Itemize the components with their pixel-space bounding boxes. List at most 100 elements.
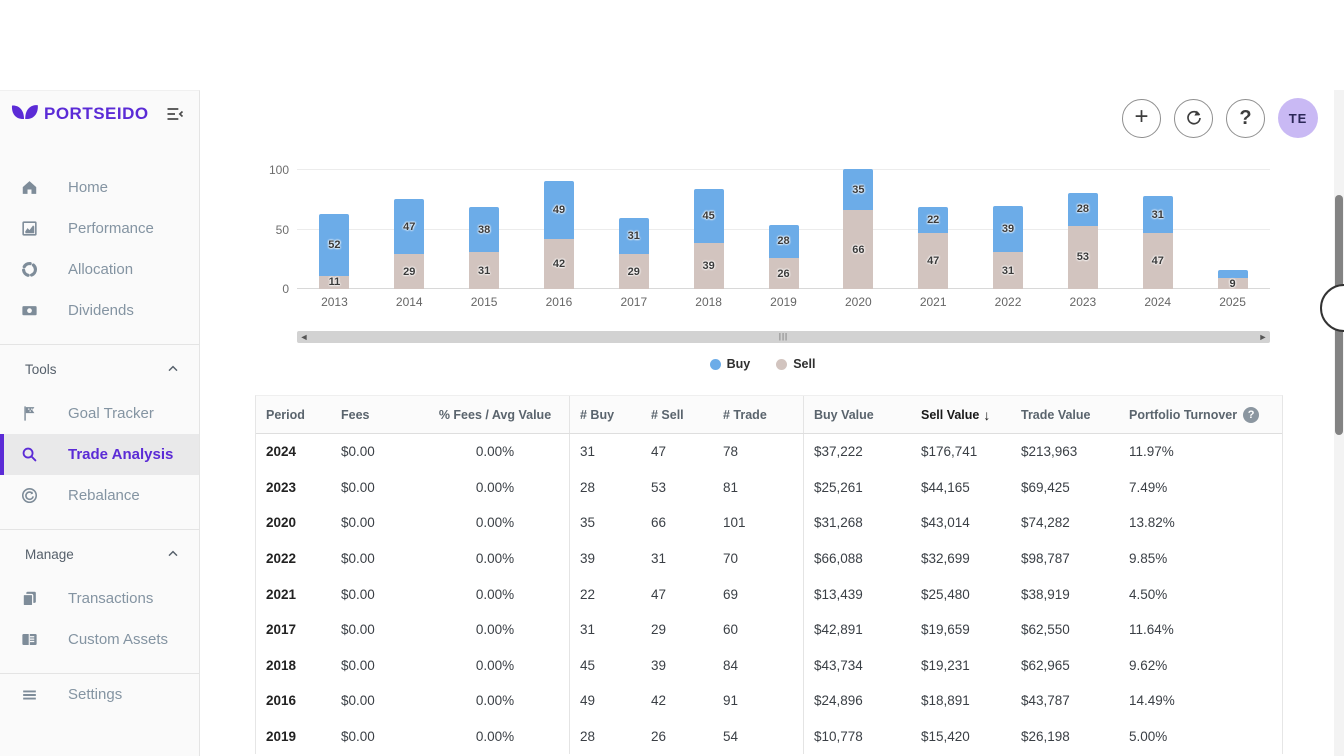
column-header-buy-value[interactable]: Buy Value bbox=[803, 396, 911, 433]
column-header-portfolio-turnover[interactable]: Portfolio Turnover? bbox=[1119, 396, 1282, 433]
legend-dot-icon bbox=[710, 359, 721, 370]
column-label: Buy Value bbox=[814, 408, 874, 422]
sidebar-item-custom-assets[interactable]: Custom Assets bbox=[0, 619, 199, 660]
cell-fees: $0.00 bbox=[331, 505, 421, 541]
sidebar-item-goal-tracker[interactable]: Goal Tracker bbox=[0, 393, 199, 434]
sidebar-item-performance[interactable]: Performance bbox=[0, 208, 199, 249]
cell--trade: 60 bbox=[713, 612, 803, 648]
sidebar-item-label: Transactions bbox=[68, 590, 153, 607]
sidebar-item-dividends[interactable]: Dividends bbox=[0, 290, 199, 331]
sell-segment: 53 bbox=[1068, 226, 1098, 289]
chart-scrollbar-track[interactable]: ||| bbox=[311, 332, 1256, 342]
chart-scroll-right-icon[interactable]: ► bbox=[1256, 331, 1270, 343]
cell-period: 2016 bbox=[256, 683, 331, 719]
cell-portfolio-turnover: 13.82% bbox=[1119, 505, 1282, 541]
cell--trade: 78 bbox=[713, 434, 803, 470]
column-header--buy[interactable]: # Buy bbox=[569, 396, 641, 433]
column-label: Sell Value bbox=[921, 408, 979, 422]
bar-2020: 3566 bbox=[843, 169, 873, 289]
sell-segment: 39 bbox=[694, 243, 724, 289]
sidebar-item-home[interactable]: Home bbox=[0, 167, 199, 208]
legend-label: Buy bbox=[727, 357, 751, 371]
sidebar-item-label: Trade Analysis bbox=[68, 446, 173, 463]
cell--sell: 42 bbox=[641, 683, 713, 719]
dividends-icon bbox=[20, 301, 39, 320]
custom-assets-icon bbox=[20, 630, 39, 649]
cell-trade-value: $98,787 bbox=[1011, 541, 1119, 577]
edge-panel-handle[interactable] bbox=[1320, 284, 1344, 332]
add-button[interactable]: + bbox=[1122, 99, 1161, 138]
buy-segment: 45 bbox=[694, 189, 724, 243]
cell--trade: 91 bbox=[713, 683, 803, 719]
section-label: Tools bbox=[25, 362, 165, 377]
sidebar-section-tools[interactable]: Tools bbox=[0, 345, 199, 393]
cell-trade-value: $62,550 bbox=[1011, 612, 1119, 648]
refresh-button[interactable] bbox=[1174, 99, 1213, 138]
cell--buy: 22 bbox=[569, 576, 641, 612]
cell--trade: 101 bbox=[713, 505, 803, 541]
portseido-logo-icon bbox=[10, 100, 40, 128]
cell-fees: $0.00 bbox=[331, 434, 421, 470]
sidebar-item-trade-analysis[interactable]: Trade Analysis bbox=[0, 434, 199, 475]
column-header-trade-value[interactable]: Trade Value bbox=[1011, 396, 1119, 433]
column-header-sell-value[interactable]: Sell Value↓ bbox=[911, 396, 1011, 433]
bar-2018: 4539 bbox=[694, 189, 724, 289]
cell--sell: 29 bbox=[641, 612, 713, 648]
bar-value-label: 47 bbox=[403, 221, 415, 233]
legend-item-sell[interactable]: Sell bbox=[776, 357, 815, 371]
column-header-period[interactable]: Period bbox=[256, 396, 331, 433]
cell--fees-avg-value: 0.00% bbox=[421, 648, 569, 684]
plus-icon: + bbox=[1134, 105, 1148, 129]
bar-value-label: 49 bbox=[553, 204, 565, 216]
vertical-scrollbar-track[interactable] bbox=[1334, 90, 1344, 756]
x-axis-label: 2025 bbox=[1219, 295, 1246, 309]
sidebar-item-label: Home bbox=[68, 179, 108, 196]
bar-value-label: 31 bbox=[628, 230, 640, 242]
sell-segment: 29 bbox=[394, 254, 424, 289]
bar-2021: 2247 bbox=[918, 207, 948, 289]
sidebar-item-allocation[interactable]: Allocation bbox=[0, 249, 199, 290]
buy-segment: 47 bbox=[394, 199, 424, 255]
user-avatar[interactable]: TE bbox=[1278, 98, 1318, 138]
cell--trade: 69 bbox=[713, 576, 803, 612]
column-header--sell[interactable]: # Sell bbox=[641, 396, 713, 433]
cell-fees: $0.00 bbox=[331, 612, 421, 648]
bar-value-label: 38 bbox=[478, 224, 490, 236]
sidebar-item-rebalance[interactable]: Rebalance bbox=[0, 475, 199, 516]
x-axis-label: 2016 bbox=[546, 295, 573, 309]
bar-value-label: 29 bbox=[628, 266, 640, 278]
column-label: Fees bbox=[341, 408, 370, 422]
table-row-2018: 2018$0.000.00%453984$43,734$19,231$62,96… bbox=[256, 648, 1282, 684]
legend-item-buy[interactable]: Buy bbox=[710, 357, 751, 371]
column-header--fees-avg-value[interactable]: % Fees / Avg Value bbox=[421, 396, 569, 433]
chart-scrollbar[interactable]: ◄ ||| ► bbox=[297, 331, 1270, 343]
x-axis-label: 2019 bbox=[770, 295, 797, 309]
cell-trade-value: $62,965 bbox=[1011, 648, 1119, 684]
help-button[interactable]: ? bbox=[1226, 99, 1265, 138]
sidebar: PORTSEIDO Home PerformanceAllocationDivid… bbox=[0, 90, 200, 756]
cell--fees-avg-value: 0.00% bbox=[421, 434, 569, 470]
bar-value-label: 9 bbox=[1230, 278, 1236, 290]
buy-segment: 28 bbox=[769, 225, 799, 258]
chart-scroll-left-icon[interactable]: ◄ bbox=[297, 331, 311, 343]
bar-2022: 3931 bbox=[993, 206, 1023, 289]
bar-value-label: 11 bbox=[329, 276, 341, 288]
column-header-fees[interactable]: Fees bbox=[331, 396, 421, 433]
brand-name[interactable]: PORTSEIDO bbox=[44, 104, 163, 124]
column-header--trade[interactable]: # Trade bbox=[713, 396, 803, 433]
sidebar-item-transactions[interactable]: Transactions bbox=[0, 578, 199, 619]
performance-icon bbox=[20, 219, 39, 238]
cell--sell: 53 bbox=[641, 470, 713, 506]
sidebar-collapse-icon[interactable] bbox=[163, 102, 187, 126]
cell-period: 2019 bbox=[256, 719, 331, 755]
table-row-2023: 2023$0.000.00%285381$25,261$44,165$69,42… bbox=[256, 470, 1282, 506]
cell--buy: 28 bbox=[569, 470, 641, 506]
table-row-2022: 2022$0.000.00%393170$66,088$32,699$98,78… bbox=[256, 541, 1282, 577]
transactions-icon bbox=[20, 589, 39, 608]
chart-scrollbar-grip-icon[interactable]: ||| bbox=[779, 332, 788, 342]
bar-2023: 2853 bbox=[1068, 193, 1098, 289]
sidebar-section-manage[interactable]: Manage bbox=[0, 530, 199, 578]
cell-trade-value: $69,425 bbox=[1011, 470, 1119, 506]
help-tooltip-icon[interactable]: ? bbox=[1243, 407, 1259, 423]
sidebar-item-settings[interactable]: Settings bbox=[0, 674, 199, 715]
